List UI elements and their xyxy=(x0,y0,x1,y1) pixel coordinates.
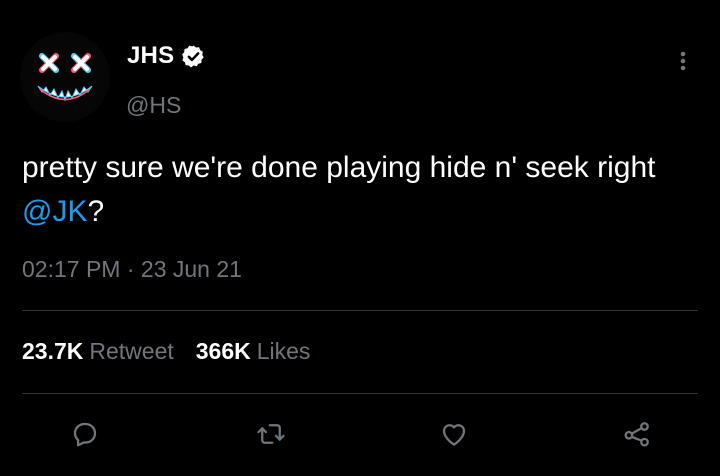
x-eyes-smiley-avatar-icon xyxy=(20,32,110,122)
divider xyxy=(22,310,698,311)
avatar[interactable] xyxy=(20,32,110,122)
tweet-date: 23 Jun 21 xyxy=(140,256,242,282)
retweets-label: Retweet xyxy=(89,338,174,364)
retweets-stat[interactable]: 23.7K Retweet xyxy=(22,338,174,365)
likes-label: Likes xyxy=(256,338,311,364)
retweets-count: 23.7K xyxy=(22,338,84,364)
engagement-stats: 23.7K Retweet 366K Likes xyxy=(22,338,332,365)
tweet-timestamp[interactable]: 02:17 PM · 23 Jun 21 xyxy=(22,256,242,283)
retweet-button[interactable] xyxy=(254,417,288,451)
share-button[interactable] xyxy=(620,417,654,451)
likes-count: 366K xyxy=(195,338,251,364)
reply-button[interactable] xyxy=(68,417,102,451)
tweet-text-end: ? xyxy=(87,195,105,228)
retweet-icon xyxy=(257,424,285,444)
mention-link[interactable]: @JK xyxy=(22,195,87,228)
author-handle[interactable]: @HS xyxy=(126,92,181,119)
author-name-row[interactable]: JHS xyxy=(127,42,206,70)
tweet-text-body: pretty sure we're done playing hide n' s… xyxy=(22,151,656,184)
tweet-time: 02:17 PM xyxy=(22,256,121,282)
more-options-icon[interactable] xyxy=(668,46,698,76)
likes-stat[interactable]: 366K Likes xyxy=(196,338,311,365)
meta-separator: · xyxy=(120,256,141,282)
like-button[interactable] xyxy=(437,417,471,451)
like-icon xyxy=(442,424,466,446)
reply-icon xyxy=(73,422,97,447)
share-icon xyxy=(624,422,649,447)
author-display-name[interactable]: JHS xyxy=(127,42,174,70)
tweet-text: pretty sure we're done playing hide n' s… xyxy=(22,146,672,234)
verified-badge-icon xyxy=(181,44,206,69)
divider xyxy=(22,393,698,394)
